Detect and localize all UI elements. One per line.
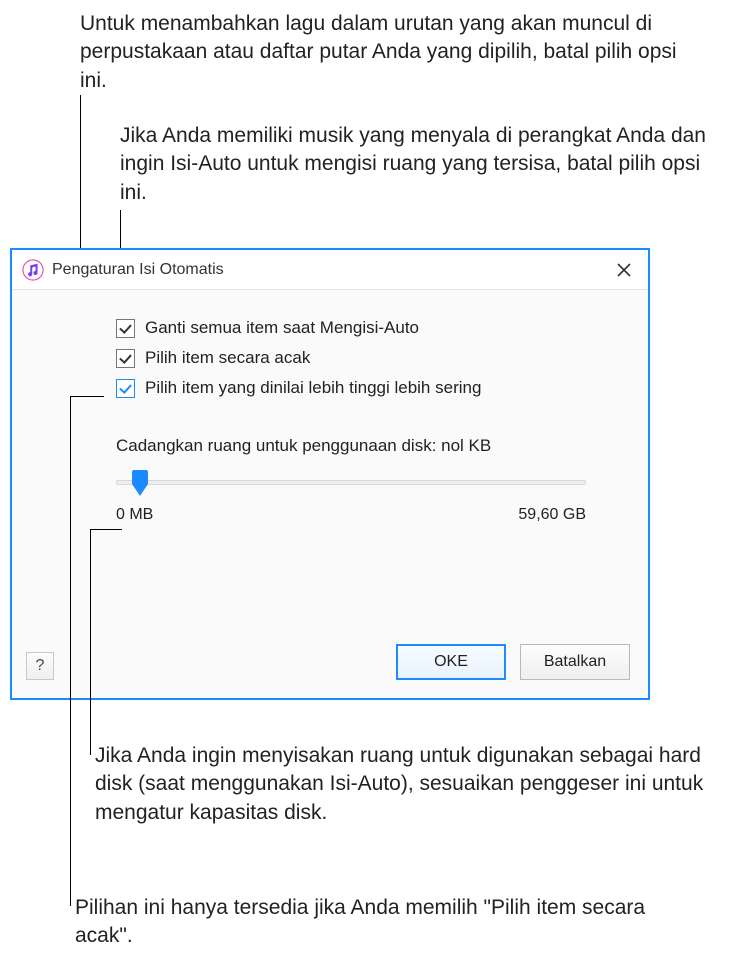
itunes-icon bbox=[22, 259, 44, 281]
checkbox-label: Pilih item yang dinilai lebih tinggi leb… bbox=[145, 378, 481, 398]
close-icon bbox=[617, 263, 631, 277]
cancel-button[interactable]: Batalkan bbox=[520, 644, 630, 680]
checkbox-higher-rated[interactable] bbox=[116, 379, 135, 398]
slider-label: Cadangkan ruang untuk penggunaan disk: n… bbox=[116, 436, 620, 456]
dialog-button-row: OKE Batalkan bbox=[396, 644, 630, 680]
close-button[interactable] bbox=[610, 256, 638, 284]
callout-line bbox=[70, 396, 104, 397]
autofill-settings-dialog: Pengaturan Isi Otomatis Ganti semua item… bbox=[10, 248, 650, 700]
checkbox-row-replace-all: Ganti semua item saat Mengisi-Auto bbox=[116, 318, 620, 338]
annotation-text: Jika Anda ingin menyisakan ruang untuk d… bbox=[95, 742, 715, 827]
annotation-text: Pilihan ini hanya tersedia jika Anda mem… bbox=[75, 894, 695, 951]
checkbox-label: Pilih item secara acak bbox=[145, 348, 310, 368]
dialog-title: Pengaturan Isi Otomatis bbox=[52, 261, 610, 279]
checkbox-replace-all[interactable] bbox=[116, 319, 135, 338]
slider-thumb[interactable] bbox=[132, 470, 148, 496]
annotation-text: Untuk menambahkan lagu dalam urutan yang… bbox=[80, 10, 700, 95]
callout-line bbox=[90, 529, 91, 755]
checkbox-random[interactable] bbox=[116, 349, 135, 368]
checkbox-row-higher-rated: Pilih item yang dinilai lebih tinggi leb… bbox=[116, 378, 620, 398]
checkbox-row-random: Pilih item secara acak bbox=[116, 348, 620, 368]
callout-line bbox=[90, 529, 122, 530]
reserve-space-section: Cadangkan ruang untuk penggunaan disk: n… bbox=[116, 436, 620, 524]
reserve-space-slider[interactable] bbox=[116, 468, 586, 496]
slider-max-label: 59,60 GB bbox=[518, 506, 586, 524]
titlebar: Pengaturan Isi Otomatis bbox=[12, 250, 648, 290]
help-button[interactable]: ? bbox=[26, 652, 54, 680]
dialog-body: Ganti semua item saat Mengisi-Auto Pilih… bbox=[12, 290, 648, 698]
callout-line bbox=[70, 396, 71, 906]
slider-track-bg bbox=[116, 480, 586, 485]
ok-button[interactable]: OKE bbox=[396, 644, 506, 680]
annotation-text: Jika Anda memiliki musik yang menyala di… bbox=[120, 122, 720, 207]
checkbox-label: Ganti semua item saat Mengisi-Auto bbox=[145, 318, 419, 338]
slider-min-label: 0 MB bbox=[116, 506, 153, 524]
slider-bounds: 0 MB 59,60 GB bbox=[116, 506, 586, 524]
